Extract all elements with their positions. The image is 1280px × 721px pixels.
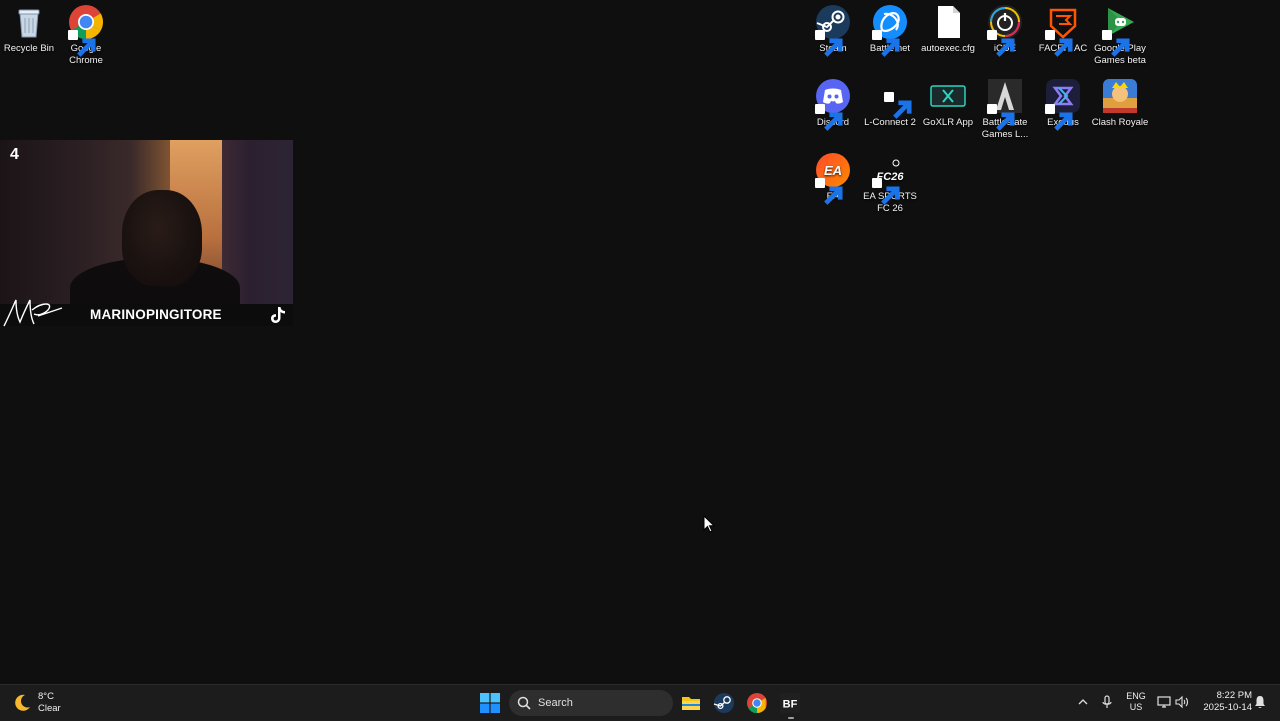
region-code: US [1129,702,1143,712]
active-app-indicator [788,717,794,719]
shortcut-arrow-icon [872,30,900,57]
webcam-overlay: 4 MARINOPINGITORE [0,140,293,327]
show-hidden-icons-chevron-icon[interactable] [1077,696,1089,708]
weather-widget[interactable]: 8°C Clear [12,689,61,717]
bf-icon: BF [780,693,800,713]
desktop-icon-faceit[interactable]: FACEIT AC [1034,0,1092,57]
taskbar-chrome[interactable] [746,692,768,714]
notification-bell-icon[interactable] [1254,695,1266,709]
taskbar: 8°C Clear Search BF ENG US 8:22 PM 2025-… [0,684,1280,721]
chrome-icon [747,693,767,714]
steam-icon [815,4,851,57]
desktop-icon-fc26[interactable]: FC26 EA SPORTS FC 26 [861,148,919,215]
lconnect-icon [872,78,912,119]
svg-text:EA: EA [824,163,842,178]
recycle-bin-icon [11,4,47,40]
webcam-person-head [122,190,202,286]
webcam-username: MARINOPINGITORE [90,307,222,322]
desktop-icon-clash-royale[interactable]: Clash Royale [1091,74,1149,129]
desktop-icon-ea[interactable]: EA EA [804,148,862,205]
search-placeholder: Search [538,697,573,709]
icue-icon [987,4,1023,57]
shortcut-arrow-icon [1102,30,1130,57]
desktop-icon-battlenet[interactable]: Battle.net [861,0,919,57]
desktop-icon-goxlr[interactable]: GoXLR App [919,74,977,129]
shortcut-arrow-icon [815,104,843,131]
language-code: ENG [1126,691,1146,701]
shortcut-arrow-icon [884,92,912,119]
shortcut-arrow-icon [815,30,843,57]
svg-text:BF: BF [783,699,798,711]
search-icon [517,696,531,710]
fc26-icon: FC26 [872,152,908,205]
network-icon[interactable] [1157,695,1171,709]
shortcut-arrow-icon [1045,30,1073,57]
shortcut-arrow-icon [1045,104,1073,131]
mouse-cursor-icon [703,515,715,533]
desktop-icon-discord[interactable]: Discord [804,74,862,131]
desktop-icon-google-chrome[interactable]: Google Chrome [57,0,115,67]
steam-icon [713,693,734,713]
moon-icon [15,694,30,711]
desktop-icon-label: GoXLR App [922,117,974,128]
faceit-icon [1045,4,1081,57]
start-button[interactable] [480,693,500,713]
exodus-icon [1045,78,1081,131]
desktop-icon-label: Recycle Bin [3,43,55,54]
desktop-icon-lconnect[interactable]: L-Connect 2 [861,74,919,129]
clock-time: 8:22 PM [1216,690,1252,701]
file-explorer-icon [682,697,700,710]
desktop-icon-label: Clash Royale [1091,117,1149,128]
clash-royale-icon [1102,78,1138,114]
shortcut-arrow-icon [987,30,1015,57]
desktop-icon-steam[interactable]: Steam [804,0,862,57]
shortcut-arrow-icon [815,178,843,205]
desktop-icon-exodus[interactable]: Exodus [1034,74,1092,131]
clock-date: 2025-10-14 [1203,702,1252,713]
shortcut-arrow-icon [872,178,900,205]
taskbar-clock[interactable]: 8:22 PM 2025-10-14 [1196,690,1252,714]
desktop-icon-icue[interactable]: iCUE [976,0,1034,57]
signature-logo-icon [3,299,63,327]
battlestate-icon [987,78,1023,131]
language-indicator[interactable]: ENG US [1124,691,1148,713]
desktop-icon-battlestate[interactable]: Battlestate Games L... [976,74,1034,141]
desktop-icon-autoexec[interactable]: autoexec.cfg [919,0,977,55]
google-play-games-icon [1102,4,1138,57]
battlenet-icon [872,4,908,57]
desktop-icon-google-play-games[interactable]: Google Play Games beta [1091,0,1149,67]
taskbar-battlefield[interactable]: BF [779,692,801,714]
goxlr-icon [930,78,966,114]
desktop: Recycle Bin Google Chrome Steam Battle.n… [0,0,1280,684]
shortcut-arrow-icon [68,30,96,57]
ea-icon: EA [815,152,851,205]
weather-condition: Clear [38,703,61,714]
discord-icon [815,78,851,131]
taskbar-search[interactable]: Search [509,690,673,716]
taskbar-file-explorer[interactable] [680,692,702,714]
microphone-icon[interactable] [1101,695,1113,709]
webcam-number: 4 [10,146,19,163]
desktop-icon-label: autoexec.cfg [921,43,975,54]
file-icon [930,4,966,40]
shortcut-arrow-icon [987,104,1015,131]
chrome-icon [68,4,104,57]
desktop-icon-recycle-bin[interactable]: Recycle Bin [0,0,58,55]
weather-temperature: 8°C [38,691,54,702]
taskbar-steam[interactable] [713,692,735,714]
webcam-feed: 4 [0,140,293,304]
volume-icon[interactable] [1175,695,1189,709]
tiktok-icon [271,307,285,323]
